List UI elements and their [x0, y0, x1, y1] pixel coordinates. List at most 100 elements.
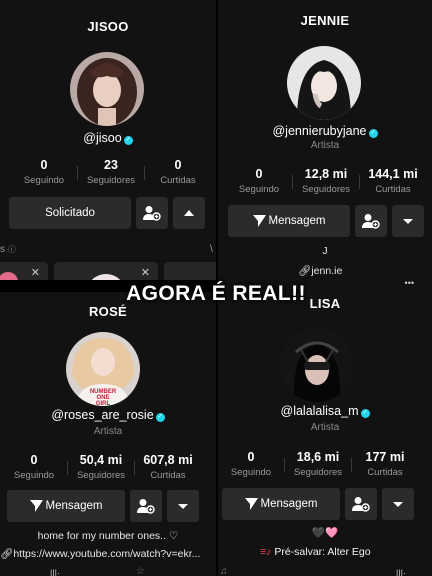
- add-friend-icon: [137, 499, 155, 514]
- overlay-headline: AGORA É REAL!!: [126, 282, 306, 305]
- add-friend-button[interactable]: [345, 488, 377, 520]
- stat-value: 0: [174, 158, 182, 172]
- stat-label: Curtidas: [150, 470, 186, 481]
- action-buttons: Mensagem: [7, 490, 199, 522]
- add-friend-icon: [352, 497, 370, 512]
- caret-down-icon: [403, 218, 413, 224]
- stat-value: 607,8 mi: [143, 453, 193, 467]
- tab-favorites-icon[interactable]: ☆: [136, 566, 145, 576]
- music-icon: ≡♪: [260, 546, 272, 558]
- add-friend-button[interactable]: [136, 197, 168, 229]
- stat-label: Seguindo: [238, 184, 280, 195]
- bio-link[interactable]: ≡♪ Pré-salvar: Alter Ego: [260, 546, 371, 558]
- caret-down-icon: [178, 503, 188, 509]
- stat-followers[interactable]: 50,4 mi Seguidores: [68, 453, 134, 481]
- profile-stats: 0 Seguindo 18,6 mi Seguidores 177 mi Cur…: [218, 450, 418, 478]
- account-category: Artista: [93, 426, 123, 437]
- message-button-label: Mensagem: [45, 500, 103, 512]
- bio-link[interactable]: 🔗︎jenn.ie: [298, 264, 342, 277]
- partial-text: \: [210, 244, 213, 255]
- more-options-button[interactable]: [167, 490, 199, 522]
- message-button-label: Mensagem: [268, 215, 326, 227]
- more-options-button[interactable]: [392, 205, 424, 237]
- avatar[interactable]: [280, 328, 354, 402]
- profile-stats: 0 Seguindo 12,8 mi Seguidores 144,1 mi C…: [226, 167, 426, 195]
- username: @jisoo ✓: [83, 131, 133, 145]
- tab-videos-icon[interactable]: |||·: [50, 568, 60, 576]
- profile-panel-jisoo: JISOO @jisoo ✓ 0 Seguindo 23 Seguidores 0…: [0, 0, 216, 280]
- stat-value: 50,4 mi: [79, 453, 123, 467]
- verified-badge-icon: ✓: [368, 129, 378, 138]
- stat-label: Seguindo: [13, 470, 55, 481]
- add-friend-button[interactable]: [130, 490, 162, 522]
- stat-likes[interactable]: 607,8 mi Curtidas: [135, 453, 201, 481]
- message-button[interactable]: Mensagem: [228, 205, 350, 237]
- caret-up-icon: [184, 210, 194, 216]
- avatar[interactable]: NUMBER ONE GIRL: [66, 332, 140, 406]
- stat-following[interactable]: 0 Seguindo: [218, 450, 284, 478]
- send-icon: [244, 498, 258, 510]
- verified-badge-icon: ✓: [360, 409, 370, 418]
- stat-followers[interactable]: 23 Seguidores: [78, 158, 144, 186]
- account-category: Artista: [310, 140, 340, 151]
- stat-label: Curtidas: [160, 175, 196, 186]
- stat-value: 12,8 mi: [304, 167, 348, 181]
- stat-value: 0: [255, 167, 263, 181]
- add-friend-icon: [143, 206, 161, 221]
- stat-value: 23: [104, 158, 118, 172]
- suggested-account-card[interactable]: [164, 262, 216, 280]
- stat-likes[interactable]: 177 mi Curtidas: [352, 450, 418, 478]
- verified-badge-icon: ✓: [155, 413, 165, 422]
- action-buttons: Solicitado: [9, 197, 205, 229]
- stat-following[interactable]: 0 Seguindo: [1, 453, 67, 481]
- close-icon[interactable]: ✕: [141, 266, 150, 279]
- verified-badge-icon: ✓: [123, 136, 133, 145]
- suggested-accounts-header: s ⓘ: [0, 244, 16, 255]
- stat-value: 0: [247, 450, 255, 464]
- stat-label: Seguidores: [76, 470, 126, 481]
- stat-value: 0: [30, 453, 38, 467]
- message-button[interactable]: Mensagem: [7, 490, 125, 522]
- account-category: Artista: [310, 422, 340, 433]
- bio-link[interactable]: 🔗︎https://www.youtube.com/watch?v=ekr...: [0, 547, 200, 560]
- username: @lalalalisa_m ✓: [280, 404, 370, 418]
- requested-button[interactable]: Solicitado: [9, 197, 131, 229]
- suggestions-toggle-button[interactable]: [173, 197, 205, 229]
- stat-value: 144,1 mi: [368, 167, 418, 181]
- stat-followers[interactable]: 12,8 mi Seguidores: [293, 167, 359, 195]
- message-button-label: Mensagem: [260, 498, 318, 510]
- add-friend-button[interactable]: [355, 205, 387, 237]
- stat-label: Curtidas: [375, 184, 411, 195]
- suggested-account-card[interactable]: ✕: [54, 262, 158, 280]
- username: @roses_are_rosie ✓: [51, 408, 165, 422]
- more-options-button[interactable]: [382, 488, 414, 520]
- suggested-account-card[interactable]: ✕: [0, 262, 48, 280]
- stat-likes[interactable]: 144,1 mi Curtidas: [360, 167, 426, 195]
- action-buttons: Mensagem: [228, 205, 424, 237]
- avatar[interactable]: [70, 52, 144, 126]
- profile-panel-lisa: LISA @lalalalisa_m ✓ Artista 0 Seguindo 1…: [218, 292, 432, 576]
- stat-following[interactable]: 0 Seguindo: [226, 167, 292, 195]
- bio: J: [322, 245, 328, 257]
- profile-stats: 0 Seguindo 50,4 mi Seguidores 607,8 mi C…: [1, 453, 201, 481]
- tab-videos-icon[interactable]: |||·: [396, 568, 406, 576]
- stat-label: Seguidores: [301, 184, 351, 195]
- stat-followers[interactable]: 18,6 mi Seguidores: [285, 450, 351, 478]
- send-icon: [29, 500, 43, 512]
- message-button[interactable]: Mensagem: [222, 488, 340, 520]
- bio: 🖤🩷: [311, 527, 339, 539]
- tab-music-icon[interactable]: ♫: [220, 566, 228, 576]
- stat-likes[interactable]: 0 Curtidas: [145, 158, 211, 186]
- stat-value: 18,6 mi: [296, 450, 340, 464]
- stat-label: Seguidores: [293, 467, 343, 478]
- send-icon: [252, 215, 266, 227]
- action-buttons: Mensagem: [222, 488, 414, 520]
- bio: home for my number ones.. ♡: [37, 530, 179, 542]
- profile-handle: ROSÉ: [88, 304, 128, 319]
- stat-following[interactable]: 0 Seguindo: [11, 158, 77, 186]
- profile-panel-rose: ROSÉ NUMBER ONE GIRL @roses_are_rosie ✓ A…: [0, 292, 216, 576]
- stat-label: Curtidas: [367, 467, 403, 478]
- close-icon[interactable]: ✕: [31, 266, 40, 279]
- profile-handle: JENNIE: [300, 13, 350, 28]
- avatar[interactable]: [287, 46, 361, 120]
